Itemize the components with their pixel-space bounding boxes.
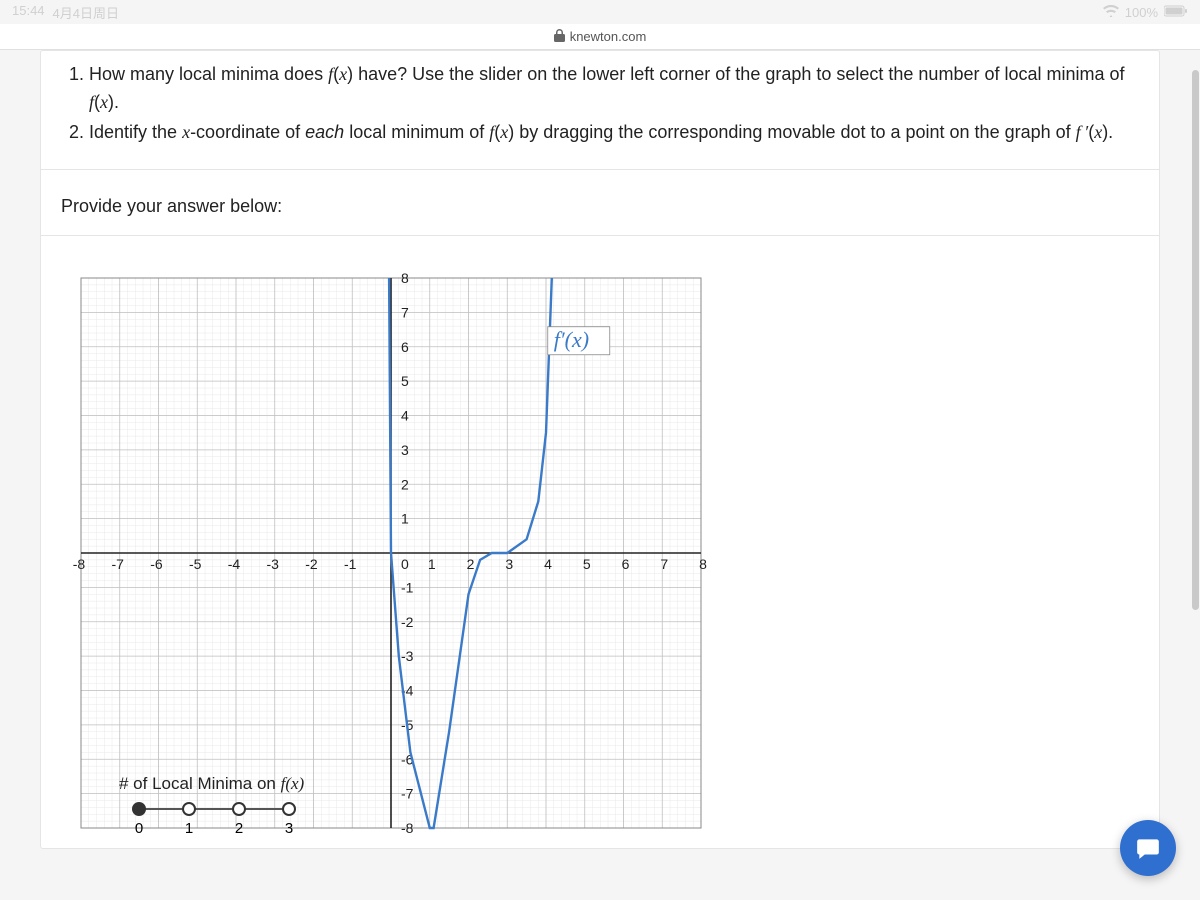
svg-text:-3: -3	[401, 648, 414, 664]
slider-stop-0[interactable]	[132, 802, 146, 816]
derivative-plot[interactable]: -8-7-6-5-4-3-2-1012345678-8-7-6-5-4-3-2-…	[61, 258, 721, 848]
question-item-1: How many local minima does f(x) have? Us…	[89, 61, 1139, 117]
svg-text:-4: -4	[228, 556, 241, 572]
question-block: How many local minima does f(x) have? Us…	[41, 51, 1159, 170]
svg-text:1: 1	[428, 556, 436, 572]
svg-text:0: 0	[401, 556, 409, 572]
url-text: knewton.com	[570, 29, 647, 44]
question-card: How many local minima does f(x) have? Us…	[40, 50, 1160, 849]
svg-text:-2: -2	[401, 613, 414, 629]
svg-text:2: 2	[401, 476, 409, 492]
slider-label-3: 3	[285, 820, 293, 837]
svg-text:-6: -6	[150, 556, 163, 572]
svg-text:-5: -5	[189, 556, 202, 572]
slider-label-2: 2	[235, 820, 243, 837]
svg-text:3: 3	[505, 556, 513, 572]
svg-text:6: 6	[622, 556, 630, 572]
help-chat-button[interactable]	[1120, 820, 1176, 876]
answer-prompt: Provide your answer below:	[41, 170, 1159, 236]
graph-area[interactable]: -8-7-6-5-4-3-2-1012345678-8-7-6-5-4-3-2-…	[41, 236, 1159, 848]
svg-text:-3: -3	[267, 556, 280, 572]
svg-text:5: 5	[401, 373, 409, 389]
svg-text:-1: -1	[401, 579, 414, 595]
lock-icon	[554, 29, 565, 45]
slider-label-0: 0	[135, 820, 143, 837]
slider-stop-3[interactable]	[282, 802, 296, 816]
svg-text:-7: -7	[112, 556, 125, 572]
scrollbar-thumb[interactable]	[1192, 70, 1199, 610]
svg-text:-7: -7	[401, 785, 414, 801]
svg-text:-8: -8	[401, 820, 414, 836]
svg-text:7: 7	[660, 556, 668, 572]
slider-line	[139, 808, 289, 810]
wifi-icon	[1103, 5, 1119, 20]
svg-text:8: 8	[699, 556, 707, 572]
svg-text:5: 5	[583, 556, 591, 572]
svg-text:3: 3	[401, 442, 409, 458]
browser-url-bar[interactable]: knewton.com	[0, 24, 1200, 50]
svg-text:-2: -2	[305, 556, 318, 572]
device-status-bar: 15:44 4月4日周日 100%	[0, 0, 1200, 24]
slider-title: # of Local Minima on f(x)	[119, 774, 379, 794]
svg-text:6: 6	[401, 338, 409, 354]
scrollbar[interactable]	[1190, 50, 1200, 900]
slider-stop-1[interactable]	[182, 802, 196, 816]
slider-label-1: 1	[185, 820, 193, 837]
svg-text:4: 4	[544, 556, 552, 572]
minima-slider[interactable]: # of Local Minima on f(x) 0 1 2 3	[119, 774, 379, 840]
chat-icon	[1135, 835, 1161, 861]
svg-text:2: 2	[467, 556, 475, 572]
question-item-2: Identify the x-coordinate of each local …	[89, 119, 1139, 147]
svg-text:1: 1	[401, 510, 409, 526]
battery-label: 100%	[1125, 5, 1158, 20]
status-time: 15:44	[12, 3, 45, 22]
svg-text:4: 4	[401, 407, 409, 423]
svg-text:f′(x): f′(x)	[554, 326, 589, 351]
battery-icon	[1164, 5, 1188, 20]
svg-text:-1: -1	[344, 556, 357, 572]
svg-text:7: 7	[401, 304, 409, 320]
status-date: 4月4日周日	[53, 3, 119, 22]
svg-text:8: 8	[401, 270, 409, 286]
slider-stop-2[interactable]	[232, 802, 246, 816]
slider-track[interactable]: 0 1 2 3	[119, 800, 379, 840]
svg-text:-8: -8	[73, 556, 86, 572]
